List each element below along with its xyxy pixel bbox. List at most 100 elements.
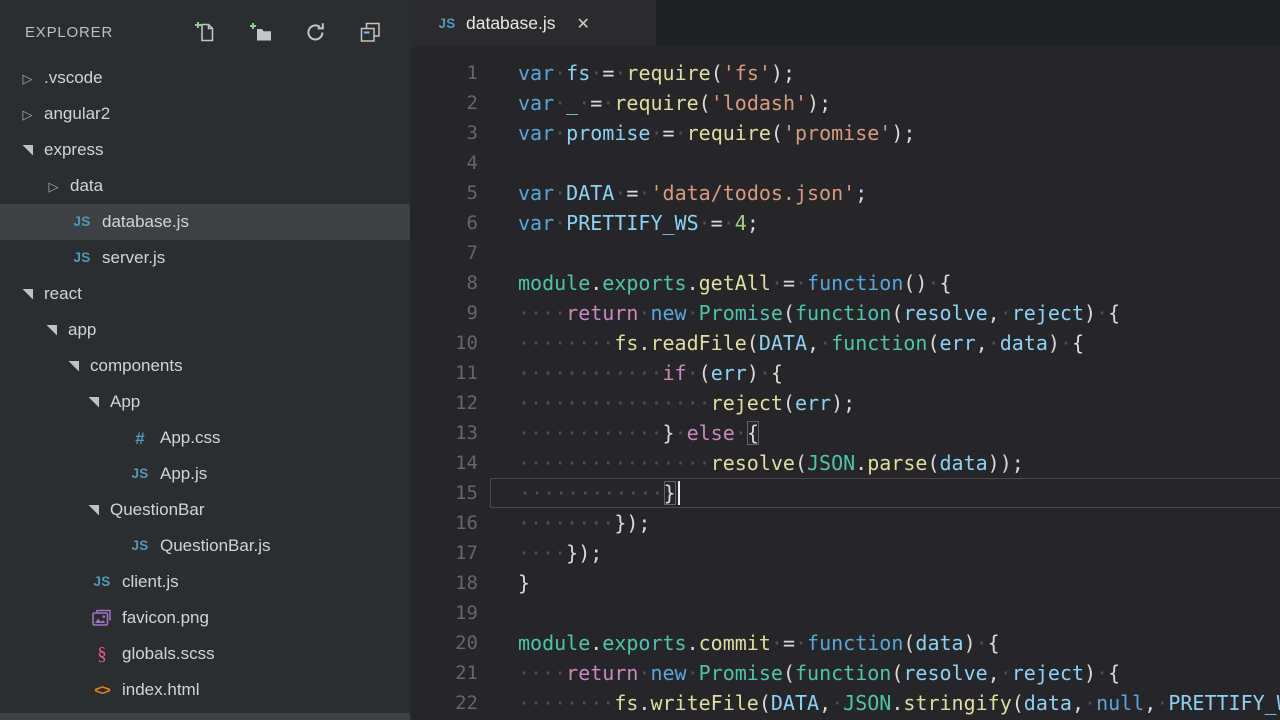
tree-item-app-js[interactable]: JSApp.js (0, 456, 410, 492)
code-line-4[interactable]: 4 (410, 148, 1280, 178)
tree-item-app[interactable]: app (0, 312, 410, 348)
close-icon[interactable]: ✕ (573, 12, 594, 36)
code-token: resolve (711, 451, 795, 475)
code-line-content[interactable]: ············} (490, 478, 1280, 508)
collapse-all-button[interactable] (358, 20, 382, 44)
chevron-expanded-icon[interactable] (44, 325, 59, 336)
chevron-expanded-icon[interactable] (20, 145, 35, 156)
code-line-13[interactable]: 13············}·else·{ (410, 418, 1280, 448)
code-line-20[interactable]: 20module.exports.commit·=·function(data)… (410, 628, 1280, 658)
code-line-content[interactable]: ········fs.writeFile(DATA,·JSON.stringif… (490, 688, 1280, 718)
new-folder-button[interactable] (248, 20, 272, 44)
code-token: . (687, 271, 699, 295)
chevron-expanded-icon[interactable] (86, 397, 101, 408)
tree-item-angular2[interactable]: ▷angular2 (0, 96, 410, 132)
code-line-content[interactable]: var·_·=·require('lodash'); (490, 88, 1280, 118)
code-line-content[interactable]: var·DATA·=·'data/todos.json'; (490, 178, 1280, 208)
code-line-2[interactable]: 2var·_·=·require('lodash'); (410, 88, 1280, 118)
tree-item-globals-scss[interactable]: §globals.scss (0, 636, 410, 672)
code-line-content[interactable]: ····return·new·Promise(function(resolve,… (490, 658, 1280, 688)
code-line-15[interactable]: 15············} (410, 478, 1280, 508)
explorer-title: EXPLORER (25, 24, 113, 41)
chevron-expanded-icon[interactable] (86, 505, 101, 516)
tree-item-questionbar-js[interactable]: JSQuestionBar.js (0, 528, 410, 564)
code-line-22[interactable]: 22········fs.writeFile(DATA,·JSON.string… (410, 688, 1280, 718)
code-token: ( (927, 331, 939, 355)
chevron-collapsed-icon[interactable]: ▷ (46, 180, 61, 193)
tree-item-server-js[interactable]: JSserver.js (0, 240, 410, 276)
code-line-content[interactable]: } (490, 568, 1280, 598)
code-token: } (663, 421, 675, 445)
code-line-6[interactable]: 6var·PRETTIFY_WS·=·4; (410, 208, 1280, 238)
tree-item-components[interactable]: components (0, 348, 410, 384)
code-line-content[interactable] (490, 238, 1280, 268)
code-line-content[interactable]: ············}·else·{ (490, 418, 1280, 448)
line-number: 10 (410, 328, 478, 358)
tree-item-data[interactable]: ▷data (0, 168, 410, 204)
code-line-content[interactable]: ················resolve(JSON.parse(data)… (490, 448, 1280, 478)
code-line-9[interactable]: 9····return·new·Promise(function(resolve… (410, 298, 1280, 328)
code-line-content[interactable]: ········}); (490, 508, 1280, 538)
code-line-content[interactable] (490, 598, 1280, 628)
tree-item-react[interactable]: react (0, 276, 410, 312)
code-line-7[interactable]: 7 (410, 238, 1280, 268)
code-line-8[interactable]: 8module.exports.getAll·=·function()·{ (410, 268, 1280, 298)
code-token: ( (771, 121, 783, 145)
tree-item-app-css[interactable]: #App.css (0, 420, 410, 456)
tab-database-js[interactable]: JS database.js ✕ (410, 0, 656, 47)
code-line-content[interactable]: module.exports.commit·=·function(data)·{ (490, 628, 1280, 658)
code-line-14[interactable]: 14················resolve(JSON.parse(dat… (410, 448, 1280, 478)
code-line-16[interactable]: 16········}); (410, 508, 1280, 538)
code-line-17[interactable]: 17····}); (410, 538, 1280, 568)
code-area[interactable]: 1var·fs·=·require('fs');2var·_·=·require… (410, 47, 1280, 718)
tree-item-questionbar[interactable]: QuestionBar (0, 492, 410, 528)
code-token: () (903, 271, 927, 295)
tree-item-app[interactable]: App (0, 384, 410, 420)
code-token: resolve (903, 301, 987, 325)
code-line-content[interactable]: ················reject(err); (490, 388, 1280, 418)
tree-item-label: app (68, 320, 96, 340)
code-line-content[interactable]: module.exports.getAll·=·function()·{ (490, 268, 1280, 298)
sidebar-scrollbar[interactable] (0, 713, 410, 720)
code-token: err (711, 361, 747, 385)
code-line-content[interactable]: var·promise·=·require('promise'); (490, 118, 1280, 148)
tree-item-favicon-png[interactable]: favicon.png (0, 600, 410, 636)
code-line-1[interactable]: 1var·fs·=·require('fs'); (410, 58, 1280, 88)
tree-item-label: favicon.png (122, 608, 209, 628)
code-token: ············ (518, 361, 663, 385)
tree-item-vscode[interactable]: ▷.vscode (0, 60, 410, 96)
code-token: · (590, 61, 602, 85)
code-line-12[interactable]: 12················reject(err); (410, 388, 1280, 418)
chevron-expanded-icon[interactable] (66, 361, 81, 372)
code-line-content[interactable]: ········fs.readFile(DATA,·function(err,·… (490, 328, 1280, 358)
chevron-collapsed-icon[interactable]: ▷ (20, 72, 35, 85)
code-line-content[interactable]: var·PRETTIFY_WS·=·4; (490, 208, 1280, 238)
code-line-19[interactable]: 19 (410, 598, 1280, 628)
code-line-content[interactable] (490, 148, 1280, 178)
explorer-header: EXPLORER (0, 0, 410, 58)
code-line-3[interactable]: 3var·promise·=·require('promise'); (410, 118, 1280, 148)
code-line-content[interactable]: ············if·(err)·{ (490, 358, 1280, 388)
code-line-21[interactable]: 21····return·new·Promise(function(resolv… (410, 658, 1280, 688)
tree-item-client-js[interactable]: JSclient.js (0, 564, 410, 600)
tree-item-database-js[interactable]: JSdatabase.js (0, 204, 410, 240)
code-token: · (554, 121, 566, 145)
new-file-button[interactable] (193, 20, 217, 44)
chevron-collapsed-icon[interactable]: ▷ (20, 108, 35, 121)
code-line-content[interactable]: ····return·new·Promise(function(resolve,… (490, 298, 1280, 328)
code-line-18[interactable]: 18} (410, 568, 1280, 598)
code-token: return (566, 301, 638, 325)
chevron-expanded-icon[interactable] (20, 289, 35, 300)
code-line-10[interactable]: 10 ········fs.readFile(DATA,·function(err… (410, 328, 1280, 358)
tree-item-index-html[interactable]: <>index.html (0, 672, 410, 708)
code-line-11[interactable]: 11············if·(err)·{ (410, 358, 1280, 388)
code-line-content[interactable]: ····}); (490, 538, 1280, 568)
code-token: var (518, 61, 554, 85)
tree-item-express[interactable]: express (0, 132, 410, 168)
code-line-content[interactable]: var·fs·=·require('fs'); (490, 58, 1280, 88)
code-line-5[interactable]: 5var·DATA·=·'data/todos.json'; (410, 178, 1280, 208)
code-token: · (771, 271, 783, 295)
code-token: ; (855, 181, 867, 205)
refresh-button[interactable] (303, 20, 327, 44)
code-token: data (915, 631, 963, 655)
